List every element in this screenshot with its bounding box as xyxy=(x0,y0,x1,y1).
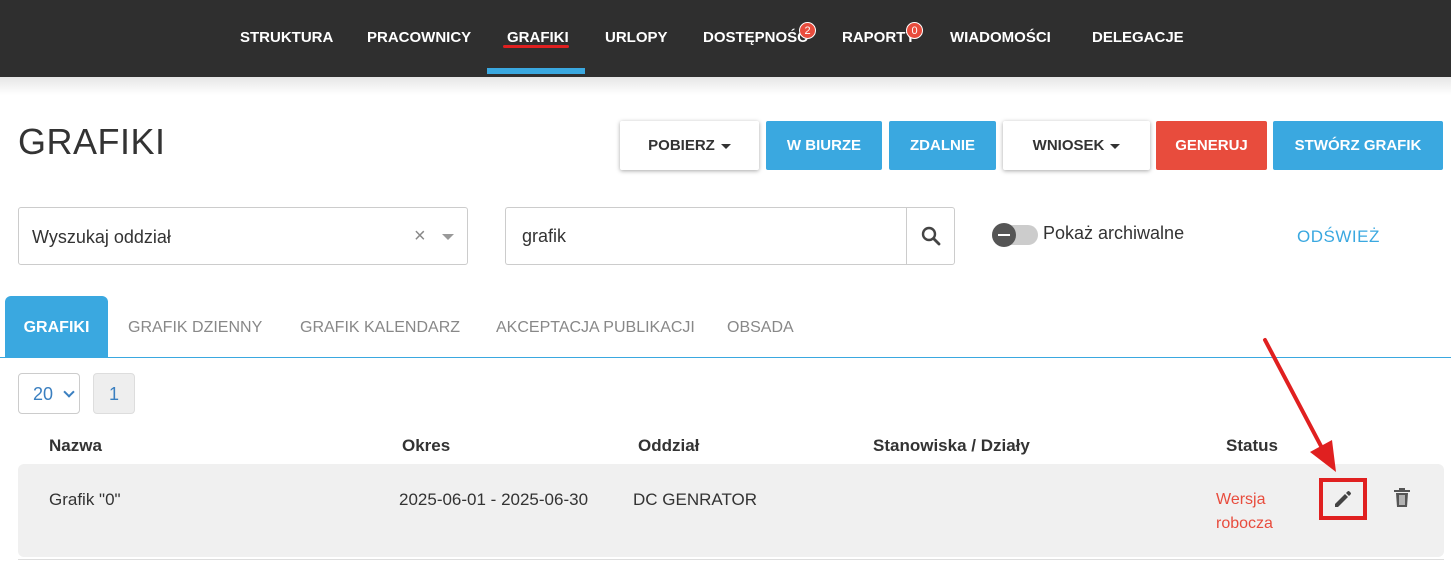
generuj-button[interactable]: GENERUJ xyxy=(1156,121,1267,170)
page-size-select[interactable]: 20 xyxy=(18,373,80,414)
tab-obsada[interactable]: OBSADA xyxy=(727,296,794,358)
nav-label: DOSTĘPNOŚĆ xyxy=(703,29,809,47)
row-name: Grafik "0" xyxy=(49,490,121,509)
header-status: Status xyxy=(1226,436,1278,455)
tab-akceptacja-publikacji[interactable]: AKCEPTACJA PUBLIKACJI xyxy=(496,296,695,358)
nav-item-wiadomosci[interactable]: WIADOMOŚCI xyxy=(950,0,1051,77)
raporty-badge: 0 xyxy=(906,22,923,39)
row-department: DC GENRATOR xyxy=(633,490,758,509)
tab-grafik-kalendarz[interactable]: GRAFIK KALENDARZ xyxy=(300,296,460,358)
nav-item-dostepnosc[interactable]: DOSTĘPNOŚĆ xyxy=(703,0,808,77)
nav-label: DELEGACJE xyxy=(1092,29,1184,47)
archive-toggle[interactable] xyxy=(992,223,1038,247)
search-icon xyxy=(921,226,941,246)
department-select-placeholder: Wyszukaj oddział xyxy=(32,227,171,247)
pobierz-label: POBIERZ xyxy=(648,137,715,154)
nav-label: RAPORTY xyxy=(842,29,916,47)
nav-item-raporty[interactable]: RAPORTY xyxy=(842,0,915,77)
caret-down-icon xyxy=(1110,143,1121,149)
department-select[interactable]: Wyszukaj oddział × xyxy=(18,207,468,265)
nav-item-delegacje[interactable]: DELEGACJE xyxy=(1092,0,1184,77)
header-stanowiska: Stanowiska / Działy xyxy=(873,436,1030,455)
trash-icon[interactable] xyxy=(1393,487,1411,509)
nav-item-pracownicy[interactable]: PRACOWNICY xyxy=(367,0,471,77)
top-navbar: STRUKTURA PRACOWNICY GRAFIKI URLOPY DOST… xyxy=(0,0,1451,77)
nav-label: WIADOMOŚCI xyxy=(950,29,1051,47)
page-number-button[interactable]: 1 xyxy=(93,373,135,414)
tabs-divider xyxy=(0,357,1451,358)
page-size-value: 20 xyxy=(33,384,54,404)
chevron-down-icon[interactable] xyxy=(442,234,454,240)
archive-toggle-label: Pokaż archiwalne xyxy=(1043,223,1185,243)
nav-item-urlopy[interactable]: URLOPY xyxy=(605,0,668,77)
toggle-knob xyxy=(992,223,1016,247)
nav-label: STRUKTURA xyxy=(240,29,334,47)
nav-item-grafiki[interactable]: GRAFIKI xyxy=(507,0,569,77)
dostepnosc-badge: 2 xyxy=(799,22,816,39)
w-biurze-button[interactable]: W BIURZE xyxy=(766,121,882,170)
nav-label: URLOPY xyxy=(605,29,668,47)
status-line: robocza xyxy=(1216,515,1273,532)
header-nazwa: Nazwa xyxy=(49,436,102,455)
nav-active-indicator xyxy=(487,68,585,74)
tab-grafik-dzienny[interactable]: GRAFIK DZIENNY xyxy=(128,296,262,358)
header-oddzial: Oddział xyxy=(638,436,700,455)
search-button[interactable] xyxy=(906,207,955,265)
status-line: Wersja xyxy=(1216,491,1266,508)
wniosek-label: WNIOSEK xyxy=(1032,137,1105,154)
wniosek-dropdown-button[interactable]: WNIOSEK xyxy=(1003,121,1150,170)
zdalnie-button[interactable]: ZDALNIE xyxy=(889,121,996,170)
annotation-underline xyxy=(503,45,569,48)
table-bottom-divider xyxy=(18,559,1444,560)
row-status: Wersja robocza xyxy=(1216,488,1296,536)
row-period: 2025-06-01 - 2025-06-30 xyxy=(399,490,589,509)
tab-grafiki[interactable]: GRAFIKI xyxy=(5,296,108,358)
header-okres: Okres xyxy=(402,436,451,455)
nav-shadow xyxy=(0,77,1451,95)
caret-down-icon xyxy=(720,143,731,149)
chevron-down-icon xyxy=(63,386,75,398)
stworz-grafik-button[interactable]: STWÓRZ GRAFIK xyxy=(1273,121,1443,170)
nav-label: PRACOWNICY xyxy=(367,29,472,47)
refresh-link[interactable]: ODŚWIEŻ xyxy=(1297,227,1380,247)
page-title: GRAFIKI xyxy=(18,121,166,162)
search-input[interactable] xyxy=(505,207,907,265)
nav-item-struktura[interactable]: STRUKTURA xyxy=(240,0,333,77)
clear-icon[interactable]: × xyxy=(414,208,426,264)
pobierz-dropdown-button[interactable]: POBIERZ xyxy=(620,121,759,170)
edit-icon[interactable] xyxy=(1332,488,1354,510)
